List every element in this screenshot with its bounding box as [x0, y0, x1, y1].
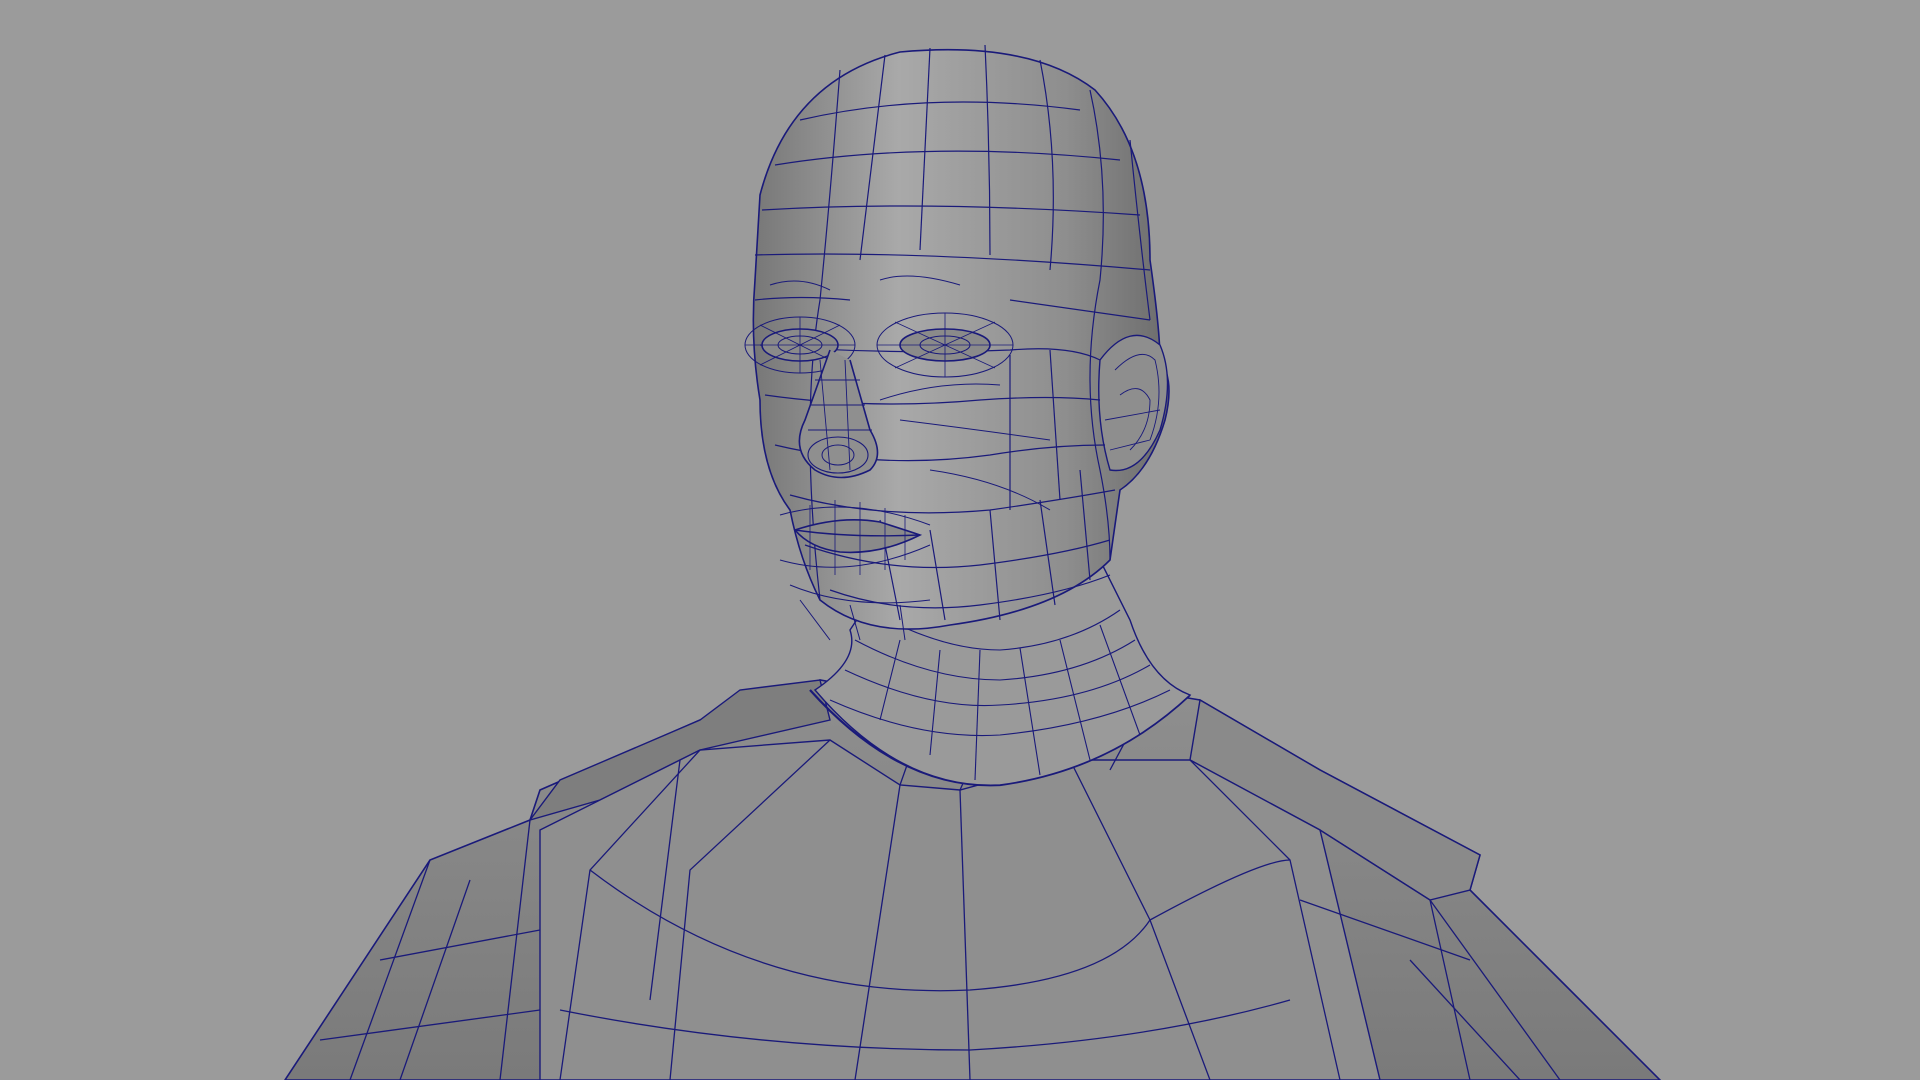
ear: [1098, 334, 1169, 472]
3d-viewport[interactable]: [0, 0, 1920, 1080]
head-mesh[interactable]: [744, 44, 1170, 641]
right-eye: [876, 312, 1014, 378]
viewport-canvas[interactable]: [0, 0, 1920, 1080]
